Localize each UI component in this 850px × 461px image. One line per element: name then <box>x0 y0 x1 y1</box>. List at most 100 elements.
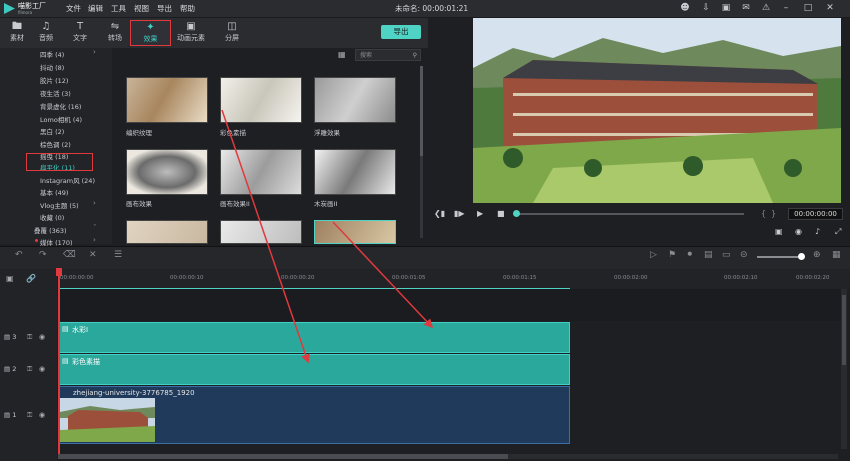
search-icon: ⚲ <box>412 52 417 59</box>
lock-icon[interactable]: ⚿ <box>27 365 32 374</box>
tree-item[interactable]: 背景虚化 (16) <box>40 101 81 111</box>
chevron-right-icon[interactable]: › <box>93 199 96 207</box>
eye-icon[interactable]: ◉ <box>39 333 45 341</box>
stop-icon[interactable]: ■ <box>497 209 505 218</box>
voiceover-icon[interactable]: ▤ <box>704 250 713 260</box>
playhead-handle[interactable] <box>56 268 62 276</box>
effect-thumbnail[interactable] <box>220 220 302 244</box>
menu-file[interactable]: 文件 <box>66 3 81 14</box>
timeline-scrollbar[interactable] <box>58 454 838 459</box>
menu-export[interactable]: 导出 <box>157 3 172 14</box>
chevron-right-icon[interactable]: › <box>93 48 96 56</box>
fullscreen-icon[interactable]: ⤢ <box>835 227 841 237</box>
split-icon[interactable]: ▭ <box>722 250 731 260</box>
playhead[interactable] <box>58 268 60 458</box>
mark-out-icon[interactable]: } <box>771 209 776 218</box>
adjust-icon[interactable]: ☰ <box>114 250 122 260</box>
eye-icon[interactable]: ◉ <box>39 411 45 419</box>
render-icon[interactable]: ▷ <box>650 250 657 260</box>
cut-icon[interactable]: ✕ <box>89 250 97 260</box>
mark-in-icon[interactable]: { <box>761 209 766 218</box>
tab-audio[interactable]: ♫ 音频 <box>29 20 63 46</box>
video-clip[interactable]: zhejiang-university-3776785_1920 <box>58 386 570 444</box>
user-icon[interactable]: ☻ <box>679 2 691 14</box>
cart-icon[interactable]: ▣ <box>720 2 732 14</box>
lock-icon[interactable]: ⚿ <box>27 411 32 420</box>
tab-split-screen[interactable]: ◫ 分屏 <box>215 20 249 46</box>
effect-clip-color-sketch[interactable]: ▤ 彩色素描 <box>58 354 570 385</box>
seek-bar[interactable] <box>516 213 744 215</box>
seek-handle[interactable] <box>513 210 520 217</box>
rewind-icon[interactable]: ▮▶ <box>454 209 465 218</box>
effect-thumbnail[interactable] <box>126 220 208 244</box>
link-icon[interactable]: 🔗 <box>26 274 36 283</box>
menu-tools[interactable]: 工具 <box>111 3 126 14</box>
effect-label: 画布效果 <box>126 200 152 208</box>
tree-item[interactable]: Vlog主题 (5) <box>40 200 79 210</box>
search-input[interactable]: 搜索 ⚲ <box>355 49 421 61</box>
mail-icon[interactable]: ✉ <box>740 2 752 14</box>
effect-thumbnail[interactable] <box>314 220 396 244</box>
effect-thumbnail[interactable] <box>126 77 208 123</box>
tree-item[interactable]: 基本 (49) <box>40 187 68 197</box>
menu-edit[interactable]: 编辑 <box>88 3 103 14</box>
marker-icon[interactable]: ⚑ <box>668 250 676 260</box>
project-title: 未命名: 00:00:01:21 <box>395 4 469 13</box>
tree-item[interactable]: 四季 (4) <box>40 49 64 59</box>
tree-item[interactable]: 胶片 (12) <box>40 75 68 85</box>
add-track-icon[interactable]: ▣ <box>6 274 14 283</box>
eye-icon[interactable]: ◉ <box>39 365 45 373</box>
display-icon[interactable]: ▣ <box>775 227 783 236</box>
zoom-in-icon[interactable]: ⊕ <box>813 250 821 260</box>
effect-thumbnail[interactable] <box>220 77 302 123</box>
tab-text[interactable]: T 文字 <box>63 20 97 46</box>
tab-transition[interactable]: ⇋ 转场 <box>98 20 132 46</box>
menu-help[interactable]: 帮助 <box>180 3 195 14</box>
minimize-icon[interactable]: – <box>780 2 792 14</box>
zoom-handle[interactable] <box>798 253 805 260</box>
effect-thumbnail[interactable] <box>220 149 302 195</box>
effect-thumbnail[interactable] <box>314 77 396 123</box>
tree-item[interactable]: 收藏 (0) <box>40 212 64 222</box>
maximize-icon[interactable]: □ <box>802 2 814 14</box>
tree-item[interactable]: 抖动 (8) <box>40 62 64 72</box>
tree-item[interactable]: 黑白 (2) <box>40 126 64 136</box>
microphone-icon[interactable]: ⚫ <box>686 250 694 260</box>
redo-icon[interactable]: ↷ <box>39 250 47 260</box>
grid-view-icon[interactable]: ▦ <box>338 50 346 59</box>
zoom-out-icon[interactable]: ⊝ <box>740 250 748 260</box>
delete-icon[interactable]: ⌫ <box>63 250 76 260</box>
tree-item[interactable]: 叠覆 (363) <box>34 225 67 235</box>
lock-icon[interactable]: ⚿ <box>27 333 32 342</box>
play-icon[interactable]: ▶ <box>477 209 483 218</box>
film-icon: ▤ <box>4 365 11 373</box>
undo-icon[interactable]: ↶ <box>15 250 23 260</box>
export-button[interactable]: 导出 <box>381 25 421 39</box>
volume-icon[interactable]: ♪ <box>815 227 820 236</box>
camera-icon[interactable]: ◉ <box>795 227 802 236</box>
close-icon[interactable]: ✕ <box>824 2 836 14</box>
tab-elements[interactable]: ▣ 动画元素 <box>172 20 210 46</box>
film-icon: ▤ <box>4 333 11 341</box>
tab-effects[interactable]: ✦ 效果 <box>130 20 171 46</box>
download-icon[interactable]: ⇩ <box>700 2 712 14</box>
tree-item[interactable]: 棕色调 (2) <box>40 139 71 149</box>
film-icon: ▤ <box>4 411 11 419</box>
effect-clip-watercolor[interactable]: ▤ 水彩I <box>58 322 570 353</box>
effect-label: 画布效果II <box>220 200 250 208</box>
ruler-tick: 00:00:01:15 <box>503 275 537 281</box>
track-scrollbar[interactable] <box>841 289 847 449</box>
chevron-down-icon[interactable]: ˇ <box>93 224 97 232</box>
effect-thumbnail[interactable] <box>126 149 208 195</box>
effect-thumbnail[interactable] <box>314 149 396 195</box>
chevron-right-icon[interactable]: › <box>93 236 96 244</box>
tree-item[interactable]: Lomo相机 (4) <box>40 114 82 124</box>
grid-icon[interactable]: ▦ <box>832 250 841 260</box>
menu-view[interactable]: 视图 <box>134 3 149 14</box>
notification-icon[interactable]: ⚠ <box>760 2 772 14</box>
tree-item[interactable]: 夜生活 (3) <box>40 88 71 98</box>
tree-item[interactable]: Instagram风 (24) <box>40 175 95 185</box>
grid-scrollbar[interactable] <box>420 66 423 238</box>
prev-frame-icon[interactable]: ❮▮ <box>434 209 445 218</box>
zoom-slider[interactable] <box>757 256 802 258</box>
